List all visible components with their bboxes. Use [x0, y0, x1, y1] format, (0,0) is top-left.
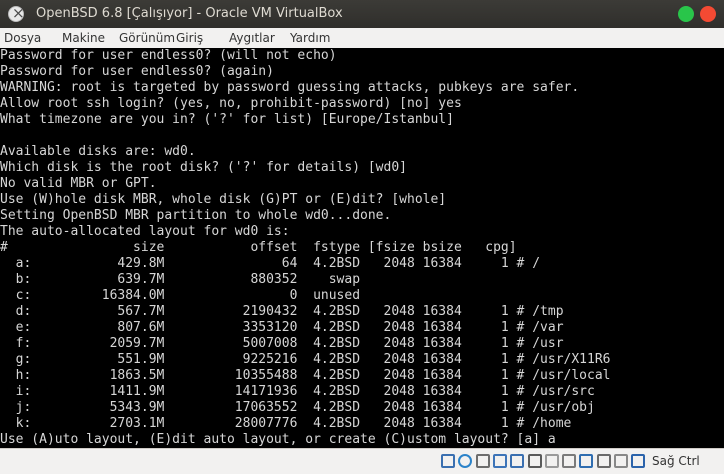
keyboard-icon[interactable]: [631, 454, 645, 468]
console-line: Use (A)uto layout, (E)dit auto layout, o…: [0, 432, 556, 447]
menu-input[interactable]: Giriş: [176, 31, 203, 45]
console-line: c: 16384.0M 0 unused: [0, 288, 361, 303]
usb-icon[interactable]: [510, 454, 524, 468]
console-line: What timezone are you in? ('?' for list)…: [0, 112, 454, 127]
virtualbox-window: OpenBSD 6.8 [Çalışıyor] - Oracle VM Virt…: [0, 0, 724, 474]
console-line: Use (W)hole disk MBR, whole disk (G)PT o…: [0, 192, 447, 207]
guest-additions-icon[interactable]: [579, 454, 593, 468]
display-icon[interactable]: [545, 454, 559, 468]
console-line: e: 807.6M 3353120 4.2BSD 2048 16384 1 # …: [0, 320, 564, 335]
console-line: WARNING: root is targeted by password gu…: [0, 80, 580, 95]
menu-machine[interactable]: Makine: [62, 31, 105, 45]
maximize-window-button[interactable]: [700, 6, 716, 22]
window-title: OpenBSD 6.8 [Çalışıyor] - Oracle VM Virt…: [36, 6, 343, 21]
minimize-window-button[interactable]: [678, 6, 694, 22]
menu-file[interactable]: Dosya: [4, 31, 41, 45]
console-line: No valid MBR or GPT.: [0, 176, 157, 191]
shared-folders-icon[interactable]: [528, 454, 542, 468]
console-line: Which disk is the root disk? ('?' for de…: [0, 160, 407, 175]
status-bar: Sağ Ctrl: [0, 448, 724, 474]
menu-bar: Dosya Makine Görünüm Giriş Aygıtlar Yard…: [0, 28, 724, 49]
console-line: Available disks are: wd0.: [0, 144, 196, 159]
optical-disk-icon[interactable]: [458, 454, 472, 468]
console-line: # size offset fstype [fsize bsize cpg]: [0, 240, 517, 255]
network-icon[interactable]: [493, 454, 507, 468]
console-line: d: 567.7M 2190432 4.2BSD 2048 16384 1 # …: [0, 304, 564, 319]
hard-disk-icon[interactable]: [441, 454, 455, 468]
cpu-icon[interactable]: [597, 454, 611, 468]
console-line: The auto-allocated layout for wd0 is:: [0, 224, 290, 239]
console-line: Password for user endless0? (again): [0, 64, 274, 79]
title-bar[interactable]: OpenBSD 6.8 [Çalışıyor] - Oracle VM Virt…: [0, 0, 724, 28]
console-line: Setting OpenBSD MBR partition to whole w…: [0, 208, 392, 223]
console-line: Allow root ssh login? (yes, no, prohibit…: [0, 96, 462, 111]
console-line: j: 5343.9M 17063552 4.2BSD 2048 16384 1 …: [0, 400, 595, 415]
console-line: i: 1411.9M 14171936 4.2BSD 2048 16384 1 …: [0, 384, 595, 399]
console-line: k: 2703.1M 28007776 4.2BSD 2048 16384 1 …: [0, 416, 572, 431]
menu-view[interactable]: Görünüm: [119, 31, 175, 45]
vm-console-screen[interactable]: Password for user endless0? (will not ec…: [0, 48, 724, 448]
console-line: Password for user endless0? (will not ec…: [0, 48, 337, 63]
close-window-button[interactable]: [8, 4, 25, 22]
console-line: f: 2059.7M 5007008 4.2BSD 2048 16384 1 #…: [0, 336, 564, 351]
audio-icon[interactable]: [476, 454, 490, 468]
menu-help[interactable]: Yardım: [290, 31, 330, 45]
host-key-label: Sağ Ctrl: [652, 454, 700, 468]
console-line: h: 1863.5M 10355488 4.2BSD 2048 16384 1 …: [0, 368, 611, 383]
menu-devices[interactable]: Aygıtlar: [229, 31, 275, 45]
console-line: g: 551.9M 9225216 4.2BSD 2048 16384 1 # …: [0, 352, 611, 367]
video-capture-icon[interactable]: [562, 454, 576, 468]
console-line: a: 429.8M 64 4.2BSD 2048 16384 1 # /: [0, 256, 541, 271]
console-line: b: 639.7M 880352 swap: [0, 272, 361, 287]
console-output: Password for user endless0? (will not ec…: [0, 48, 724, 448]
mouse-integration-icon[interactable]: [614, 454, 628, 468]
